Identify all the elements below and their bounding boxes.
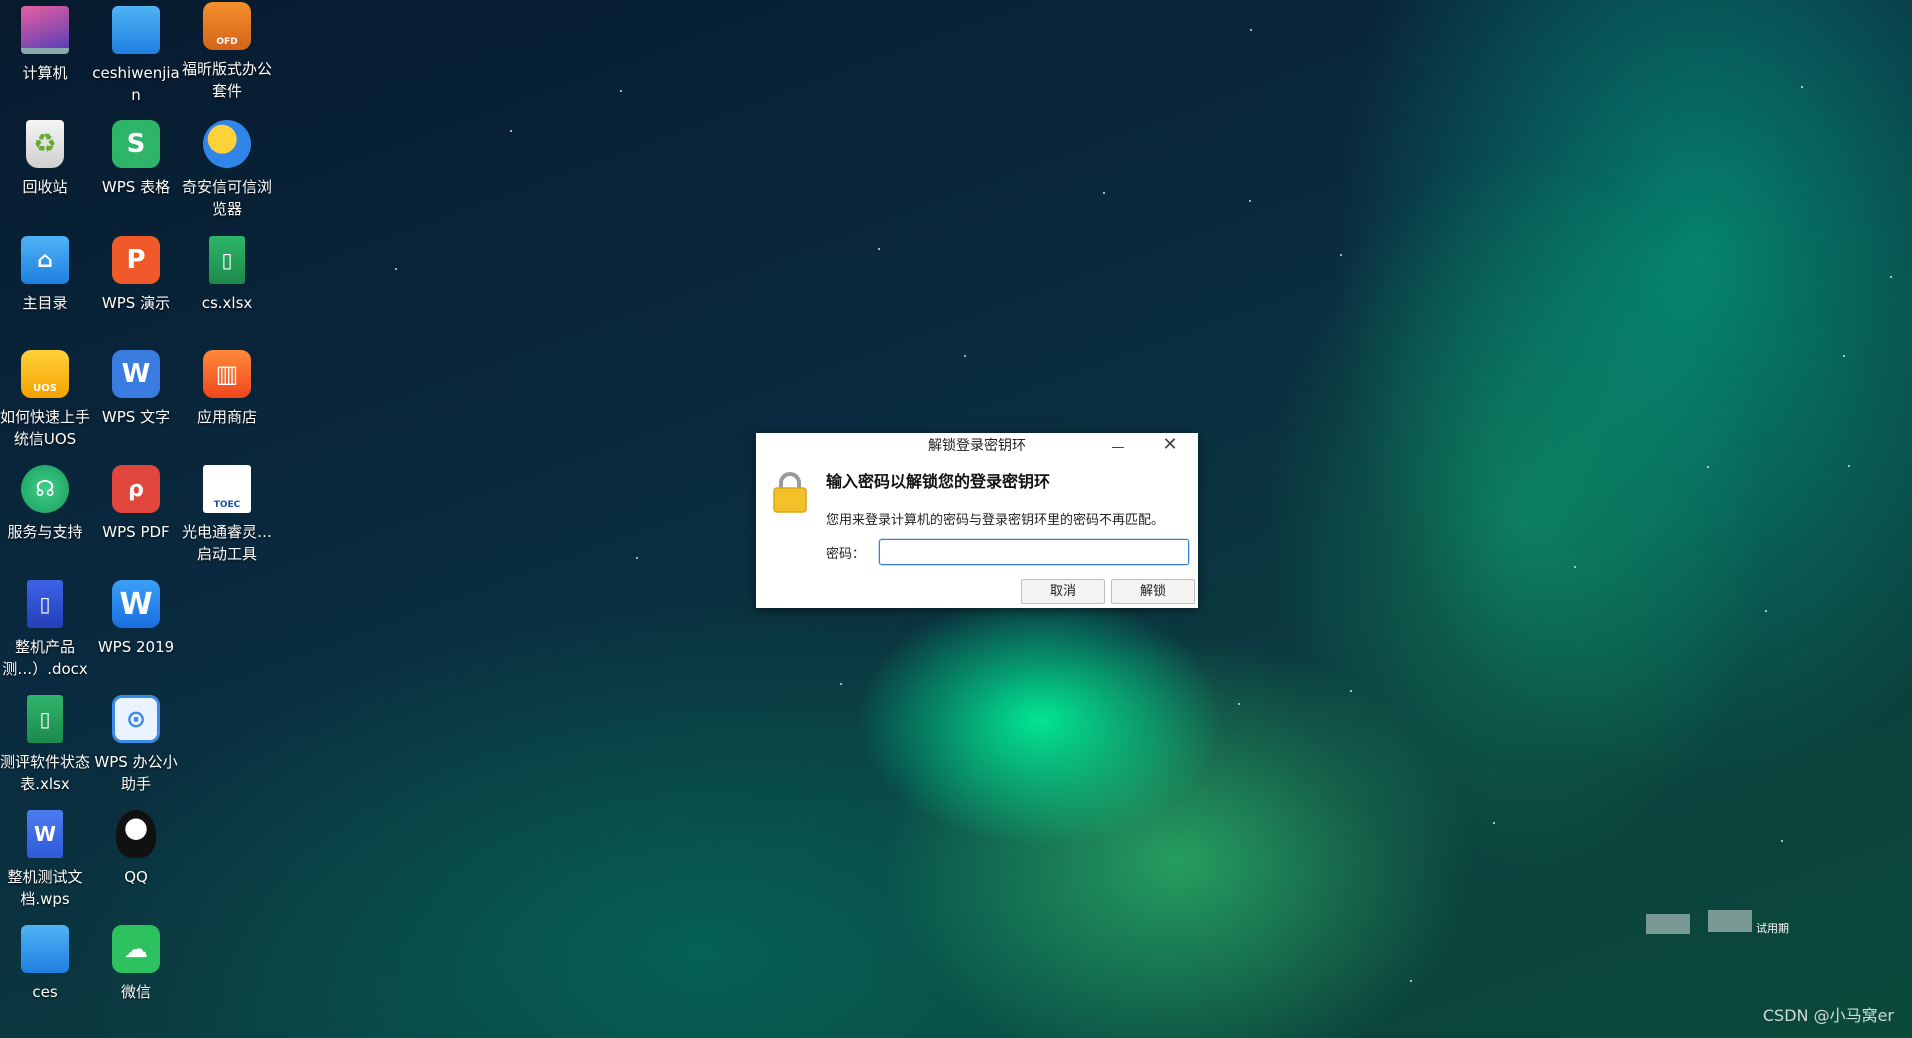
dialog-title: 解锁登录密钥环 <box>928 438 1026 454</box>
wechat-icon: ☁ <box>112 925 160 973</box>
icon-label: QQ <box>124 868 148 886</box>
support-icon: ☊ <box>21 465 69 513</box>
icon-label: 整机测试文档.wps <box>7 868 83 908</box>
password-label: 密码： <box>826 547 866 562</box>
desktop-icon-qq[interactable]: QQ <box>91 810 181 888</box>
close-icon: ✕ <box>1162 434 1178 455</box>
icon-label: ceshiwenjian <box>92 64 180 104</box>
desktop-icon-xlsx-status[interactable]: ▯ 测评软件状态表.xlsx <box>0 695 90 795</box>
desktop-icon-ceshiwenjian[interactable]: ceshiwenjian <box>91 6 181 106</box>
uos-guide-icon: UOS <box>21 350 69 398</box>
icon-label: 整机产品测…）.docx <box>2 638 88 678</box>
trial-watermark: 试用期 <box>1646 910 1816 940</box>
desktop-icon-docx[interactable]: ▯ 整机产品测…）.docx <box>0 580 90 680</box>
desktop-icon-trash[interactable]: ♻ 回收站 <box>0 120 90 198</box>
qq-icon <box>116 810 156 858</box>
dialog-description: 您用来登录计算机的密码与登录密钥环里的密码不再匹配。 <box>826 513 1165 528</box>
desktop-icon-wps-writer[interactable]: W WPS 文字 <box>91 350 181 428</box>
icon-label: 福昕版式办公套件 <box>182 60 273 100</box>
desktop-icon-toec-tool[interactable]: TOEC 光电通睿灵…启动工具 <box>182 465 272 565</box>
wps-assistant-icon: ⊙ <box>112 695 160 743</box>
app-store-icon: ▥ <box>203 350 251 398</box>
csdn-watermark: CSDN @小马窝er <box>1762 1006 1894 1025</box>
desktop-icon-wps-pdf[interactable]: ρ WPS PDF <box>91 465 181 543</box>
folder-icon <box>112 6 160 54</box>
desktop-icon-wps-doc[interactable]: W 整机测试文档.wps <box>0 810 90 910</box>
desktop-icon-browser[interactable]: 奇安信可信浏览器 <box>182 120 272 220</box>
wps-file-icon: W <box>27 810 63 858</box>
desktop-icon-uos-guide[interactable]: UOS 如何快速上手统信UOS <box>0 350 90 450</box>
icon-label: 测评软件状态表.xlsx <box>0 753 91 793</box>
trash-icon: ♻ <box>26 120 64 168</box>
icon-label: WPS PDF <box>102 523 170 541</box>
desktop-icon-app-store[interactable]: ▥ 应用商店 <box>182 350 272 428</box>
desktop-icon-wps-presentation[interactable]: P WPS 演示 <box>91 236 181 314</box>
desktop-icon-cs-xlsx[interactable]: ▯ cs.xlsx <box>182 236 272 314</box>
icon-label: ces <box>32 983 58 1001</box>
desktop-icon-wps-2019[interactable]: W WPS 2019 <box>91 580 181 658</box>
desktop-icon-wps-assistant[interactable]: ⊙ WPS 办公小助手 <box>91 695 181 795</box>
folder-icon-2 <box>21 925 69 973</box>
icon-label: 奇安信可信浏览器 <box>182 178 273 218</box>
icon-label: 回收站 <box>22 178 68 196</box>
computer-icon <box>21 6 69 54</box>
icon-label: 光电通睿灵…启动工具 <box>182 523 273 563</box>
desktop-icon-ofd-suite[interactable]: OFD 福昕版式办公套件 <box>182 2 272 102</box>
icon-label: 如何快速上手统信UOS <box>0 408 91 448</box>
icon-label: WPS 演示 <box>101 294 171 312</box>
close-button[interactable]: ✕ <box>1160 435 1180 455</box>
xlsx-file-icon: ▯ <box>209 236 245 284</box>
dialog-heading: 输入密码以解锁您的登录密钥环 <box>826 472 1051 491</box>
icon-label: 主目录 <box>22 294 68 312</box>
desktop-icon-computer[interactable]: 计算机 <box>0 6 90 84</box>
icon-label: WPS 2019 <box>97 638 175 656</box>
password-input[interactable] <box>879 539 1189 565</box>
icon-label: 服务与支持 <box>7 523 83 541</box>
desktop-icon-ces[interactable]: ces <box>0 925 90 1003</box>
icon-label: WPS 表格 <box>101 178 171 196</box>
icon-label: 计算机 <box>22 64 68 82</box>
minimize-button[interactable] <box>1109 437 1127 455</box>
unlock-keyring-dialog: 解锁登录密钥环 ✕ 输入密码以解锁您的登录密钥环 您用来登录计算机的密码与登录密… <box>756 433 1198 608</box>
toec-icon: TOEC <box>203 465 251 513</box>
trial-text: 试用期 <box>1756 922 1789 935</box>
wps-writer-icon: W <box>112 350 160 398</box>
home-folder-icon: ⌂ <box>21 236 69 284</box>
unlock-button[interactable]: 解锁 <box>1111 579 1195 604</box>
wps-spreadsheet-icon: S <box>112 120 160 168</box>
desktop-icon-home[interactable]: ⌂ 主目录 <box>0 236 90 314</box>
wps-pdf-icon: ρ <box>112 465 160 513</box>
desktop-icon-wechat[interactable]: ☁ 微信 <box>91 925 181 1003</box>
desktop-icon-support[interactable]: ☊ 服务与支持 <box>0 465 90 543</box>
lock-icon <box>773 472 807 513</box>
ofd-icon: OFD <box>203 2 251 50</box>
xlsx-file-icon-2: ▯ <box>27 695 63 743</box>
wps-presentation-icon: P <box>112 236 160 284</box>
icon-label: WPS 文字 <box>101 408 171 426</box>
cancel-button[interactable]: 取消 <box>1021 579 1105 604</box>
desktop-icon-wps-spreadsheet[interactable]: S WPS 表格 <box>91 120 181 198</box>
icon-label: 微信 <box>120 983 151 1001</box>
icon-label: 应用商店 <box>196 408 257 426</box>
docx-file-icon: ▯ <box>27 580 63 628</box>
icon-label: cs.xlsx <box>201 294 253 312</box>
wps-2019-icon: W <box>112 580 160 628</box>
icon-label: WPS 办公小助手 <box>94 753 178 793</box>
browser-icon <box>203 120 251 168</box>
